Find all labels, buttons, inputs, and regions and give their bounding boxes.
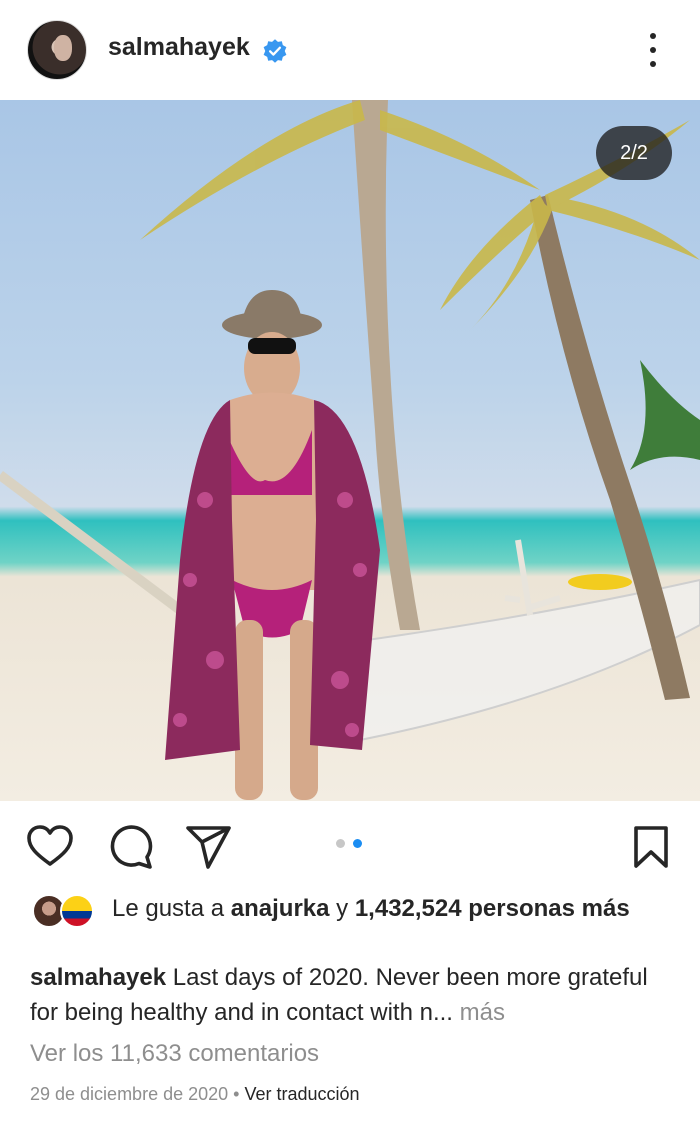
meta-separator: • — [228, 1084, 245, 1104]
carousel-dot-active — [353, 839, 362, 848]
likes-prefix: Le gusta a — [112, 895, 231, 922]
caption-more-link[interactable]: más — [453, 999, 505, 1026]
post-photo[interactable]: 2/2 — [0, 100, 700, 801]
liker-avatars[interactable] — [30, 892, 100, 932]
more-options-icon[interactable] — [645, 33, 661, 67]
comment-icon[interactable] — [106, 823, 154, 871]
bookmark-icon[interactable] — [627, 823, 675, 871]
likes-text[interactable]: Le gusta a anajurka y 1,432,524 personas… — [112, 892, 672, 925]
liker-username[interactable]: anajurka — [231, 895, 330, 922]
heart-icon[interactable] — [26, 823, 74, 871]
profile-avatar[interactable] — [27, 20, 87, 80]
caption-username[interactable]: salmahayek — [30, 964, 166, 991]
caption-ellipsis: ... — [432, 999, 453, 1026]
carousel-indicator — [336, 839, 362, 848]
likes-connector: y — [329, 895, 355, 922]
carousel-dot — [336, 839, 345, 848]
liker-avatar — [60, 894, 94, 928]
post-date: 29 de diciembre de 2020 — [30, 1084, 229, 1104]
post-meta: 29 de diciembre de 2020 • Ver traducción — [30, 1084, 360, 1105]
send-icon[interactable] — [185, 823, 233, 871]
action-bar — [0, 801, 700, 891]
view-comments-link[interactable]: Ver los 11,633 comentarios — [30, 1040, 319, 1068]
translate-link[interactable]: Ver traducción — [244, 1084, 359, 1104]
beach-photo-illustration — [0, 100, 700, 800]
likes-count[interactable]: 1,432,524 personas más — [355, 895, 630, 922]
verified-badge-icon — [263, 39, 287, 63]
username-link[interactable]: salmahayek — [108, 33, 250, 62]
post-caption: salmahayek Last days of 2020. Never been… — [30, 960, 680, 1030]
slide-counter: 2/2 — [596, 126, 672, 180]
post-header: salmahayek — [0, 0, 700, 100]
